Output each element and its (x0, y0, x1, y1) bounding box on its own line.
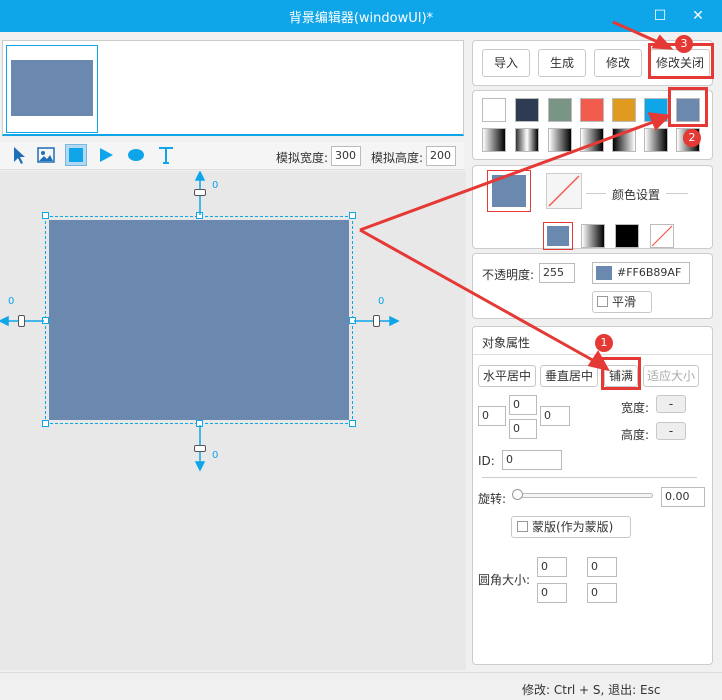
annotation-badge-1: 1 (595, 334, 613, 352)
annotation-badge-2: 2 (683, 129, 701, 147)
highlight-swatch-box (668, 87, 708, 127)
annotation-badge-3: 3 (675, 35, 693, 53)
highlight-fill-box (601, 357, 641, 390)
annotation-arrows (359, 20, 674, 372)
